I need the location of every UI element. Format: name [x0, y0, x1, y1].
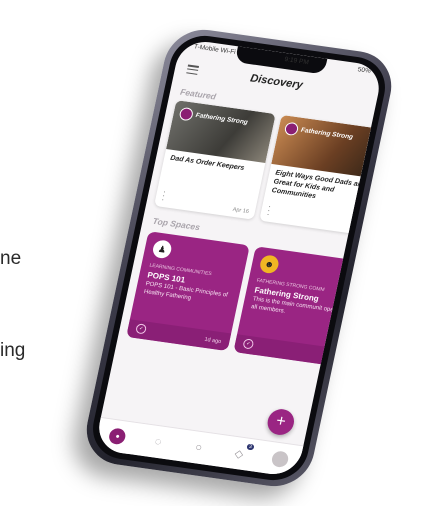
- phone-mockup: T-Mobile Wi-Fi 9:19 PM 50% Discovery Fea…: [40, 6, 399, 506]
- check-icon: ✓: [135, 323, 148, 335]
- space-logo-icon: ☻: [258, 254, 281, 275]
- featured-card-2[interactable]: Fathering Strong Eight Ways Good Dads ar…: [259, 114, 384, 236]
- space-card-footer: ✓: [233, 334, 347, 368]
- check-icon: ✓: [242, 338, 255, 350]
- phone-frame: T-Mobile Wi-Fi 9:19 PM 50% Discovery Fea…: [79, 24, 399, 492]
- card-source-name: Fathering Strong: [194, 111, 249, 127]
- more-options-icon[interactable]: · · ·: [161, 187, 167, 204]
- space-last-active: 1d ago: [203, 336, 222, 346]
- phone-bezel: T-Mobile Wi-Fi 9:19 PM 50% Discovery Fea…: [86, 31, 392, 485]
- space-card-footer: ✓ 1d ago: [126, 319, 232, 352]
- space-card-1[interactable]: ♟ LEARNING COMMUNITIES POPS 101 POPS 101…: [126, 231, 250, 352]
- search-tab-icon[interactable]: ○: [189, 439, 208, 457]
- home-tab-icon[interactable]: ●: [108, 427, 128, 446]
- source-avatar-icon: [283, 121, 300, 137]
- carrier-label: T-Mobile Wi-Fi: [193, 43, 237, 56]
- featured-card-date: Apr: [354, 224, 365, 232]
- top-spaces-heading: Top Spaces: [151, 215, 201, 233]
- battery-label: 50%: [357, 66, 372, 75]
- featured-card-title: Eight Ways Good Dads are Great for Kids …: [271, 169, 365, 200]
- more-options-icon[interactable]: · · ·: [266, 202, 272, 219]
- featured-heading: Featured: [179, 86, 217, 102]
- hamburger-menu-icon[interactable]: [186, 64, 200, 75]
- featured-card-1[interactable]: Fathering Strong Dad As Order Keepers · ·…: [154, 100, 276, 220]
- card-source-badge: Fathering Strong: [178, 106, 249, 129]
- profile-avatar-icon[interactable]: [270, 450, 290, 469]
- background-text-fragment-2: ing: [0, 340, 26, 361]
- card-source-badge: Fathering Strong: [283, 121, 355, 144]
- featured-card-date: Apr 16: [232, 206, 250, 215]
- card-source-name: Fathering Strong: [300, 126, 354, 141]
- notifications-tab-icon[interactable]: ◇ 3: [230, 443, 255, 463]
- space-logo-icon: ♟: [151, 239, 173, 260]
- source-avatar-icon: [178, 106, 195, 122]
- add-button[interactable]: +: [265, 407, 297, 437]
- page-title: Discovery: [249, 72, 304, 92]
- chat-tab-icon[interactable]: ◌: [149, 433, 168, 451]
- notification-count-badge: 3: [246, 443, 255, 451]
- app-screen: T-Mobile Wi-Fi 9:19 PM 50% Discovery Fea…: [94, 38, 384, 478]
- background-text-fragment-1: ne: [0, 248, 22, 269]
- space-card-2[interactable]: ☻ FATHERING STRONG COMM Fathering Strong…: [233, 246, 366, 368]
- space-description: POPS 101 - Basic Principles of Healthy F…: [143, 281, 229, 302]
